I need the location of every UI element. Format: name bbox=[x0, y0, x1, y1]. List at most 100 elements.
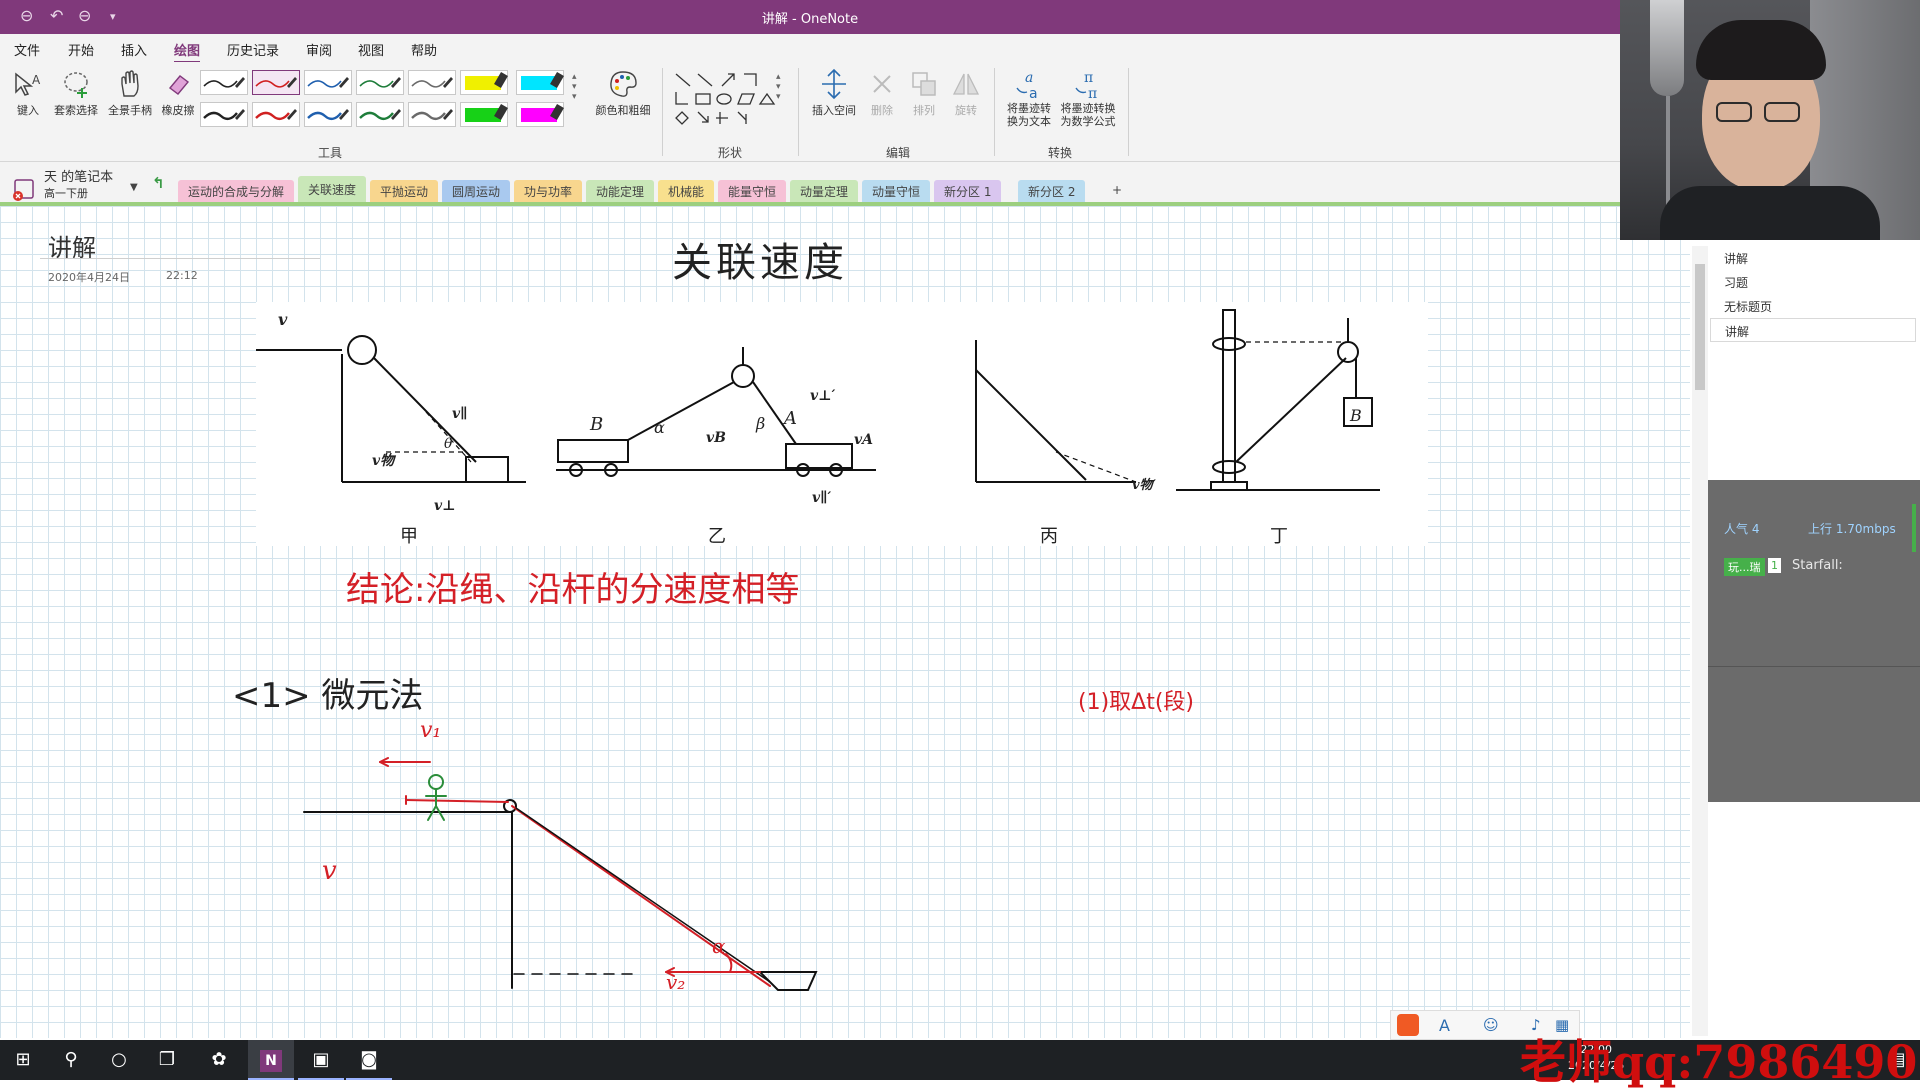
page-item-selected[interactable]: 讲解 bbox=[1710, 318, 1916, 342]
section-tab[interactable]: 能量守恒 bbox=[718, 180, 787, 202]
shapes-scroll[interactable]: ▴ ▾ ▾ bbox=[776, 72, 788, 128]
live-popularity: 人气 4 bbox=[1724, 522, 1760, 536]
figure-drawing bbox=[256, 309, 1380, 491]
pen-swatch[interactable] bbox=[408, 102, 456, 127]
ime-logo-icon[interactable] bbox=[1397, 1014, 1419, 1036]
ink-pulley-sketch[interactable] bbox=[290, 716, 830, 1016]
fig-caption-ding: 丁 bbox=[1270, 526, 1288, 547]
arrange-button[interactable]: 排列 bbox=[904, 68, 944, 118]
task-view-icon[interactable]: ❐ bbox=[144, 1040, 190, 1080]
ink-to-math-button[interactable]: ππ 将墨迹转换为数学公式 bbox=[1058, 68, 1118, 128]
ink-to-math-icon: ππ bbox=[1075, 70, 1097, 100]
ribbon-divider bbox=[994, 68, 995, 156]
menu-file[interactable]: 文件 bbox=[14, 40, 40, 59]
app-pinwheel-icon[interactable]: ✿ bbox=[196, 1040, 242, 1080]
page-item[interactable]: 习题 bbox=[1724, 274, 1748, 291]
chevron-down-icon[interactable]: ▼ bbox=[130, 182, 138, 193]
menu-draw[interactable]: 绘图 bbox=[174, 40, 201, 64]
pan-hand-label: 全景手柄 bbox=[108, 104, 152, 117]
canvas-scrollbar-thumb[interactable] bbox=[1695, 264, 1705, 390]
ink-v1[interactable]: v₁ bbox=[420, 718, 441, 743]
notebook-icon[interactable] bbox=[10, 176, 40, 202]
section-tab[interactable]: 动能定理 bbox=[586, 180, 655, 202]
fig-label-vA: vA bbox=[854, 432, 873, 448]
ink-v2[interactable]: v₂ bbox=[666, 970, 685, 994]
pen-swatch[interactable] bbox=[200, 70, 248, 95]
type-tool-button[interactable]: A 键入 bbox=[10, 68, 46, 118]
menu-review[interactable]: 审阅 bbox=[306, 40, 332, 59]
page-item[interactable]: 无标题页 bbox=[1724, 298, 1772, 315]
eraser-button[interactable]: 橡皮擦 bbox=[158, 68, 198, 118]
page-date: 2020年4月24日 bbox=[48, 271, 130, 284]
app-camera-icon[interactable]: ◙ bbox=[346, 1040, 392, 1080]
ink-to-text-label: 将墨迹转换为文本 bbox=[1007, 102, 1051, 128]
lasso-select-button[interactable]: 套索选择 bbox=[50, 68, 102, 118]
section-tab[interactable]: 动量定理 bbox=[790, 180, 859, 202]
fig-caption-jia: 甲 bbox=[400, 526, 418, 547]
ink-alpha[interactable]: α bbox=[712, 934, 726, 958]
section-tab[interactable]: + bbox=[1102, 180, 1133, 202]
menu-insert[interactable]: 插入 bbox=[121, 40, 147, 59]
shapes-gallery[interactable] bbox=[672, 70, 792, 132]
section-tab[interactable]: 运动的合成与分解 bbox=[178, 180, 295, 202]
insert-space-button[interactable]: 插入空间 bbox=[806, 68, 862, 118]
section-tab[interactable]: 机械能 bbox=[658, 180, 715, 202]
pen-swatch[interactable] bbox=[356, 70, 404, 95]
pen-swatch[interactable] bbox=[516, 70, 564, 95]
pen-swatch[interactable] bbox=[252, 102, 300, 127]
menu-view[interactable]: 视图 bbox=[358, 40, 384, 59]
section-tab[interactable]: 功与功率 bbox=[514, 180, 583, 202]
app-screen-icon[interactable]: ▣ bbox=[298, 1040, 344, 1080]
sync-back-icon[interactable]: ↰ bbox=[152, 174, 165, 192]
delete-button[interactable]: 删除 bbox=[864, 68, 900, 118]
search-icon[interactable]: ⚲ bbox=[48, 1040, 94, 1080]
section-tab[interactable]: 平抛运动 bbox=[370, 180, 439, 202]
eraser-label: 橡皮擦 bbox=[161, 104, 195, 117]
textbook-figure[interactable]: v v∥ v物 θ v⊥ B α vB β A vA v∥′ v⊥′ v物′ B… bbox=[256, 302, 1428, 547]
rotate-button[interactable]: 旋转 bbox=[946, 68, 986, 118]
pen-swatch[interactable] bbox=[356, 102, 404, 127]
ime-letter-icon[interactable]: A bbox=[1439, 1016, 1450, 1035]
page-canvas[interactable]: 讲解 2020年4月24日 22:12 关联速度 v v∥ v物 θ v⊥ B … bbox=[0, 206, 1708, 1040]
pen-swatch[interactable] bbox=[252, 70, 300, 95]
notebook-name[interactable]: 天 的笔记本 bbox=[44, 166, 113, 185]
pen-gallery-scroll[interactable]: ▴ ▾ ▾ bbox=[572, 72, 584, 128]
pen-swatch[interactable] bbox=[304, 102, 352, 127]
type-tool-label: 键入 bbox=[17, 104, 39, 117]
fig-label-alpha: α bbox=[654, 418, 665, 437]
menu-help[interactable]: 帮助 bbox=[411, 40, 437, 59]
ink-step[interactable]: (1)取Δt(段) bbox=[1078, 684, 1194, 716]
section-tab[interactable]: 新分区 1 bbox=[934, 180, 1002, 202]
presenter-shirt bbox=[1660, 186, 1880, 240]
pen-swatch[interactable] bbox=[408, 70, 456, 95]
pen-swatch[interactable] bbox=[516, 102, 564, 127]
ime-emoji-icon[interactable]: ☺ bbox=[1483, 1016, 1499, 1034]
delete-x-icon bbox=[873, 75, 891, 93]
pen-swatch[interactable] bbox=[200, 102, 248, 127]
ink-conclusion[interactable]: 结论:沿绳、沿杆的分速度相等 bbox=[346, 562, 799, 611]
section-tab[interactable]: 圆周运动 bbox=[442, 180, 511, 202]
onenote-app-icon[interactable]: N bbox=[248, 1040, 294, 1080]
pen-swatch[interactable] bbox=[460, 102, 508, 127]
ink-v[interactable]: v bbox=[322, 856, 337, 886]
ink-heading[interactable]: 关联速度 bbox=[672, 230, 848, 288]
cortana-icon[interactable]: ○ bbox=[96, 1040, 142, 1080]
pan-hand-button[interactable]: 全景手柄 bbox=[104, 68, 156, 118]
page-item[interactable]: 讲解 bbox=[1724, 250, 1748, 267]
pen-swatch[interactable] bbox=[304, 70, 352, 95]
section-tab[interactable]: 新分区 2 bbox=[1018, 180, 1086, 202]
menu-history[interactable]: 历史记录 bbox=[227, 40, 279, 59]
section-tab[interactable]: 动量守恒 bbox=[862, 180, 931, 202]
section-tab[interactable]: 关联速度 bbox=[298, 176, 367, 204]
arrange-label: 排列 bbox=[913, 104, 935, 117]
pen-swatch[interactable] bbox=[460, 70, 508, 95]
ink-method[interactable]: <1> 微元法 bbox=[232, 668, 423, 717]
panel-scroll-indicator bbox=[1912, 504, 1916, 552]
color-thickness-button[interactable]: 颜色和粗细 bbox=[590, 68, 656, 118]
menu-home[interactable]: 开始 bbox=[68, 40, 94, 59]
ink-to-text-button[interactable]: aa 将墨迹转换为文本 bbox=[1002, 68, 1056, 128]
section-group-name[interactable]: 高一下册 bbox=[44, 185, 88, 201]
fig-label-vpar-prime: v∥′ bbox=[812, 490, 832, 506]
ribbon-divider bbox=[1128, 68, 1129, 156]
windows-start-icon[interactable]: ⊞ bbox=[0, 1040, 46, 1080]
